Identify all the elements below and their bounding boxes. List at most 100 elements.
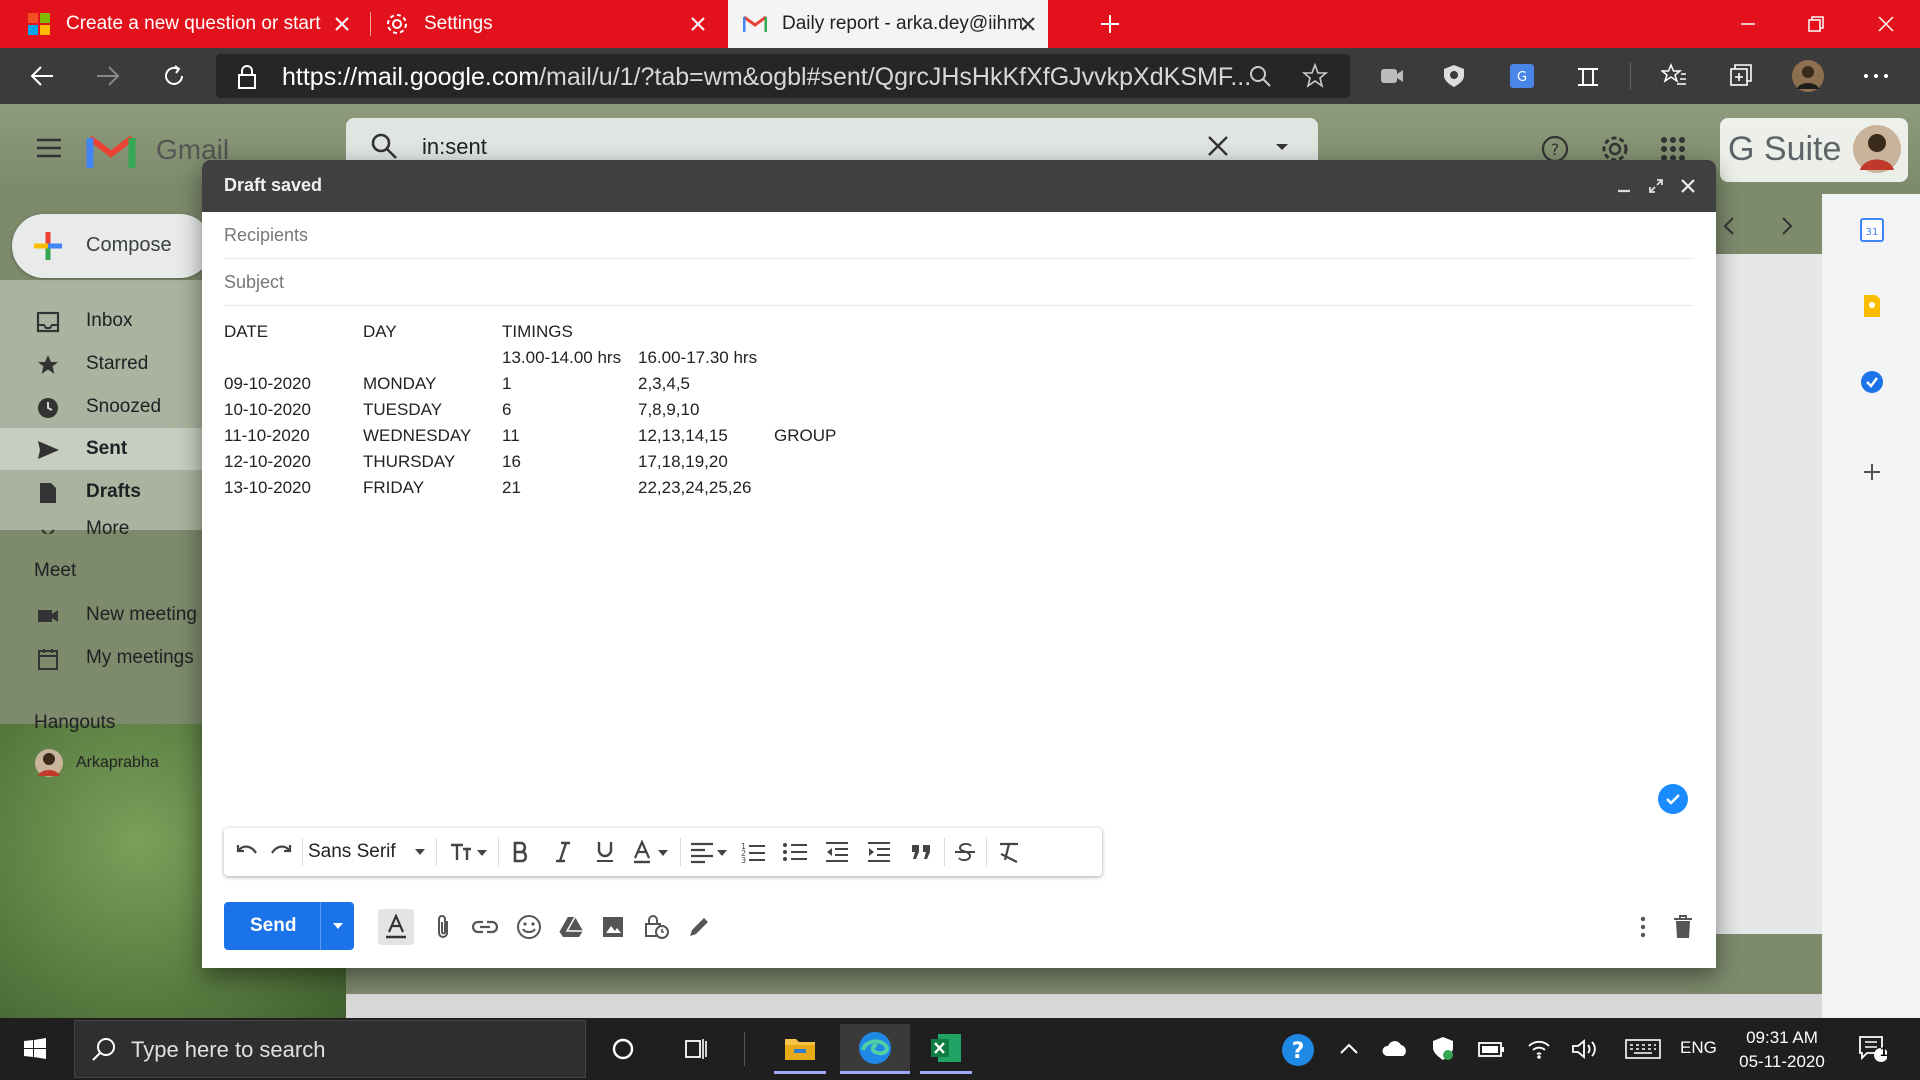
search-icon[interactable] bbox=[370, 132, 398, 160]
confidential-mode-icon[interactable] bbox=[642, 912, 672, 942]
insert-emoji-icon[interactable] bbox=[514, 912, 544, 942]
close-icon[interactable] bbox=[686, 12, 710, 36]
redo-icon[interactable] bbox=[266, 838, 296, 866]
search-input[interactable]: in:sent bbox=[422, 134, 487, 160]
favorites-icon[interactable] bbox=[1656, 58, 1692, 94]
extension-translate-icon[interactable]: G bbox=[1504, 58, 1540, 94]
close-icon[interactable] bbox=[1016, 12, 1040, 36]
discard-draft-icon[interactable] bbox=[1668, 912, 1698, 942]
minimize-compose-icon[interactable] bbox=[1612, 174, 1636, 198]
align-icon[interactable] bbox=[686, 838, 732, 866]
calendar-app-icon[interactable]: 31 bbox=[1860, 218, 1884, 242]
send-button[interactable]: Send bbox=[224, 902, 354, 950]
quote-icon[interactable] bbox=[906, 838, 936, 866]
help-app-icon[interactable]: ? bbox=[1280, 1032, 1316, 1068]
sidebar-item-snoozed[interactable]: Snoozed bbox=[0, 386, 210, 428]
windows-security-icon[interactable] bbox=[1428, 1036, 1458, 1062]
clear-search-icon[interactable] bbox=[1206, 134, 1230, 158]
gsuite-account-badge[interactable]: G Suite bbox=[1720, 118, 1908, 182]
sidebar-item-sent[interactable]: Sent bbox=[0, 428, 210, 470]
sidebar-item-inbox[interactable]: Inbox bbox=[0, 300, 210, 342]
hangouts-contact[interactable]: Arkaprabha bbox=[0, 744, 210, 786]
profile-avatar[interactable] bbox=[1790, 58, 1826, 94]
more-options-icon[interactable] bbox=[1858, 58, 1894, 94]
fullscreen-compose-icon[interactable] bbox=[1644, 174, 1668, 198]
indent-less-icon[interactable] bbox=[822, 838, 852, 866]
insert-link-icon[interactable] bbox=[470, 912, 500, 942]
schedule-send-dropdown[interactable] bbox=[320, 902, 355, 950]
file-explorer-app[interactable] bbox=[774, 1024, 826, 1074]
wifi-icon[interactable] bbox=[1524, 1036, 1554, 1062]
sidebar-item-starred[interactable]: Starred bbox=[0, 343, 210, 385]
undo-icon[interactable] bbox=[232, 838, 262, 866]
extension-shield-icon[interactable] bbox=[1436, 58, 1472, 94]
collections-icon[interactable] bbox=[1722, 58, 1758, 94]
minimize-window-button[interactable] bbox=[1714, 0, 1782, 48]
subject-field[interactable]: Subject bbox=[224, 259, 1694, 306]
keep-app-icon[interactable] bbox=[1860, 294, 1884, 318]
more-options-icon[interactable] bbox=[1628, 912, 1658, 942]
show-hidden-icons-icon[interactable] bbox=[1334, 1036, 1364, 1062]
restore-window-button[interactable] bbox=[1782, 0, 1850, 48]
meet-my-meetings[interactable]: My meetings bbox=[0, 637, 210, 679]
volume-icon[interactable] bbox=[1570, 1036, 1600, 1062]
tab-create-question[interactable]: Create a new question or start a bbox=[26, 0, 362, 48]
bold-icon[interactable] bbox=[506, 838, 536, 866]
tasks-app-icon[interactable] bbox=[1860, 370, 1884, 394]
font-family-select[interactable]: Sans Serif bbox=[308, 838, 428, 866]
action-center-button[interactable]: 1 bbox=[1852, 1030, 1892, 1066]
add-addon-icon[interactable] bbox=[1862, 462, 1882, 482]
touch-keyboard-icon[interactable] bbox=[1624, 1036, 1662, 1062]
extension-reader-icon[interactable] bbox=[1570, 58, 1606, 94]
close-window-button[interactable] bbox=[1852, 0, 1920, 48]
forward-button[interactable] bbox=[88, 56, 128, 96]
next-page-icon[interactable] bbox=[1780, 216, 1794, 236]
system-clock[interactable]: 09:31 AM 05-11-2020 bbox=[1730, 1026, 1834, 1074]
refresh-button[interactable] bbox=[154, 56, 194, 96]
sidebar-item-drafts[interactable]: Drafts bbox=[0, 471, 210, 513]
battery-icon[interactable] bbox=[1476, 1036, 1506, 1062]
extension-meet-icon[interactable] bbox=[1374, 58, 1410, 94]
formatting-options-icon[interactable] bbox=[378, 909, 414, 945]
text-color-icon[interactable] bbox=[630, 838, 674, 866]
sidebar-item-more[interactable]: More bbox=[0, 512, 210, 534]
edge-browser-app[interactable] bbox=[840, 1024, 910, 1074]
italic-icon[interactable] bbox=[548, 838, 578, 866]
start-button[interactable] bbox=[10, 1024, 60, 1074]
attach-files-icon[interactable] bbox=[428, 912, 458, 942]
font-size-icon[interactable] bbox=[446, 838, 492, 866]
meet-new-meeting[interactable]: New meeting bbox=[0, 594, 210, 636]
insert-signature-icon[interactable] bbox=[684, 912, 714, 942]
cortana-button[interactable] bbox=[598, 1024, 648, 1074]
google-drive-icon[interactable] bbox=[556, 912, 586, 942]
compose-header[interactable]: Draft saved bbox=[202, 160, 1716, 212]
taskbar-search-box[interactable]: Type here to search bbox=[74, 1020, 586, 1078]
compose-button[interactable]: Compose bbox=[12, 214, 212, 278]
zoom-icon[interactable] bbox=[1248, 64, 1272, 88]
insert-photo-icon[interactable] bbox=[598, 912, 628, 942]
task-view-button[interactable] bbox=[670, 1024, 720, 1074]
address-bar[interactable]: https://mail.google.com/mail/u/1/?tab=wm… bbox=[216, 54, 1350, 98]
recipients-field[interactable]: Recipients bbox=[224, 212, 1694, 259]
apps-grid-icon[interactable] bbox=[1660, 136, 1686, 162]
onedrive-icon[interactable] bbox=[1380, 1036, 1410, 1062]
prev-page-icon[interactable] bbox=[1722, 216, 1736, 236]
new-tab-button[interactable] bbox=[1098, 0, 1128, 48]
main-menu-icon[interactable] bbox=[36, 138, 62, 158]
numbered-list-icon[interactable]: 123 bbox=[738, 838, 768, 866]
favorite-star-icon[interactable] bbox=[1302, 63, 1328, 89]
close-icon[interactable] bbox=[330, 12, 354, 36]
bulleted-list-icon[interactable] bbox=[780, 838, 810, 866]
indent-more-icon[interactable] bbox=[864, 838, 894, 866]
search-options-icon[interactable] bbox=[1274, 142, 1290, 152]
strikethrough-icon[interactable] bbox=[950, 838, 980, 866]
tab-settings[interactable]: Settings bbox=[384, 0, 718, 48]
input-language[interactable]: ENG bbox=[1680, 1038, 1717, 1058]
close-compose-icon[interactable] bbox=[1676, 174, 1700, 198]
remove-formatting-icon[interactable] bbox=[994, 838, 1024, 866]
back-button[interactable] bbox=[22, 56, 62, 96]
account-avatar[interactable] bbox=[1852, 124, 1902, 174]
tab-daily-report[interactable]: Daily report - arka.dey@iihm.ac.i bbox=[728, 0, 1048, 48]
underline-icon[interactable] bbox=[590, 838, 620, 866]
excel-app[interactable] bbox=[920, 1024, 972, 1074]
